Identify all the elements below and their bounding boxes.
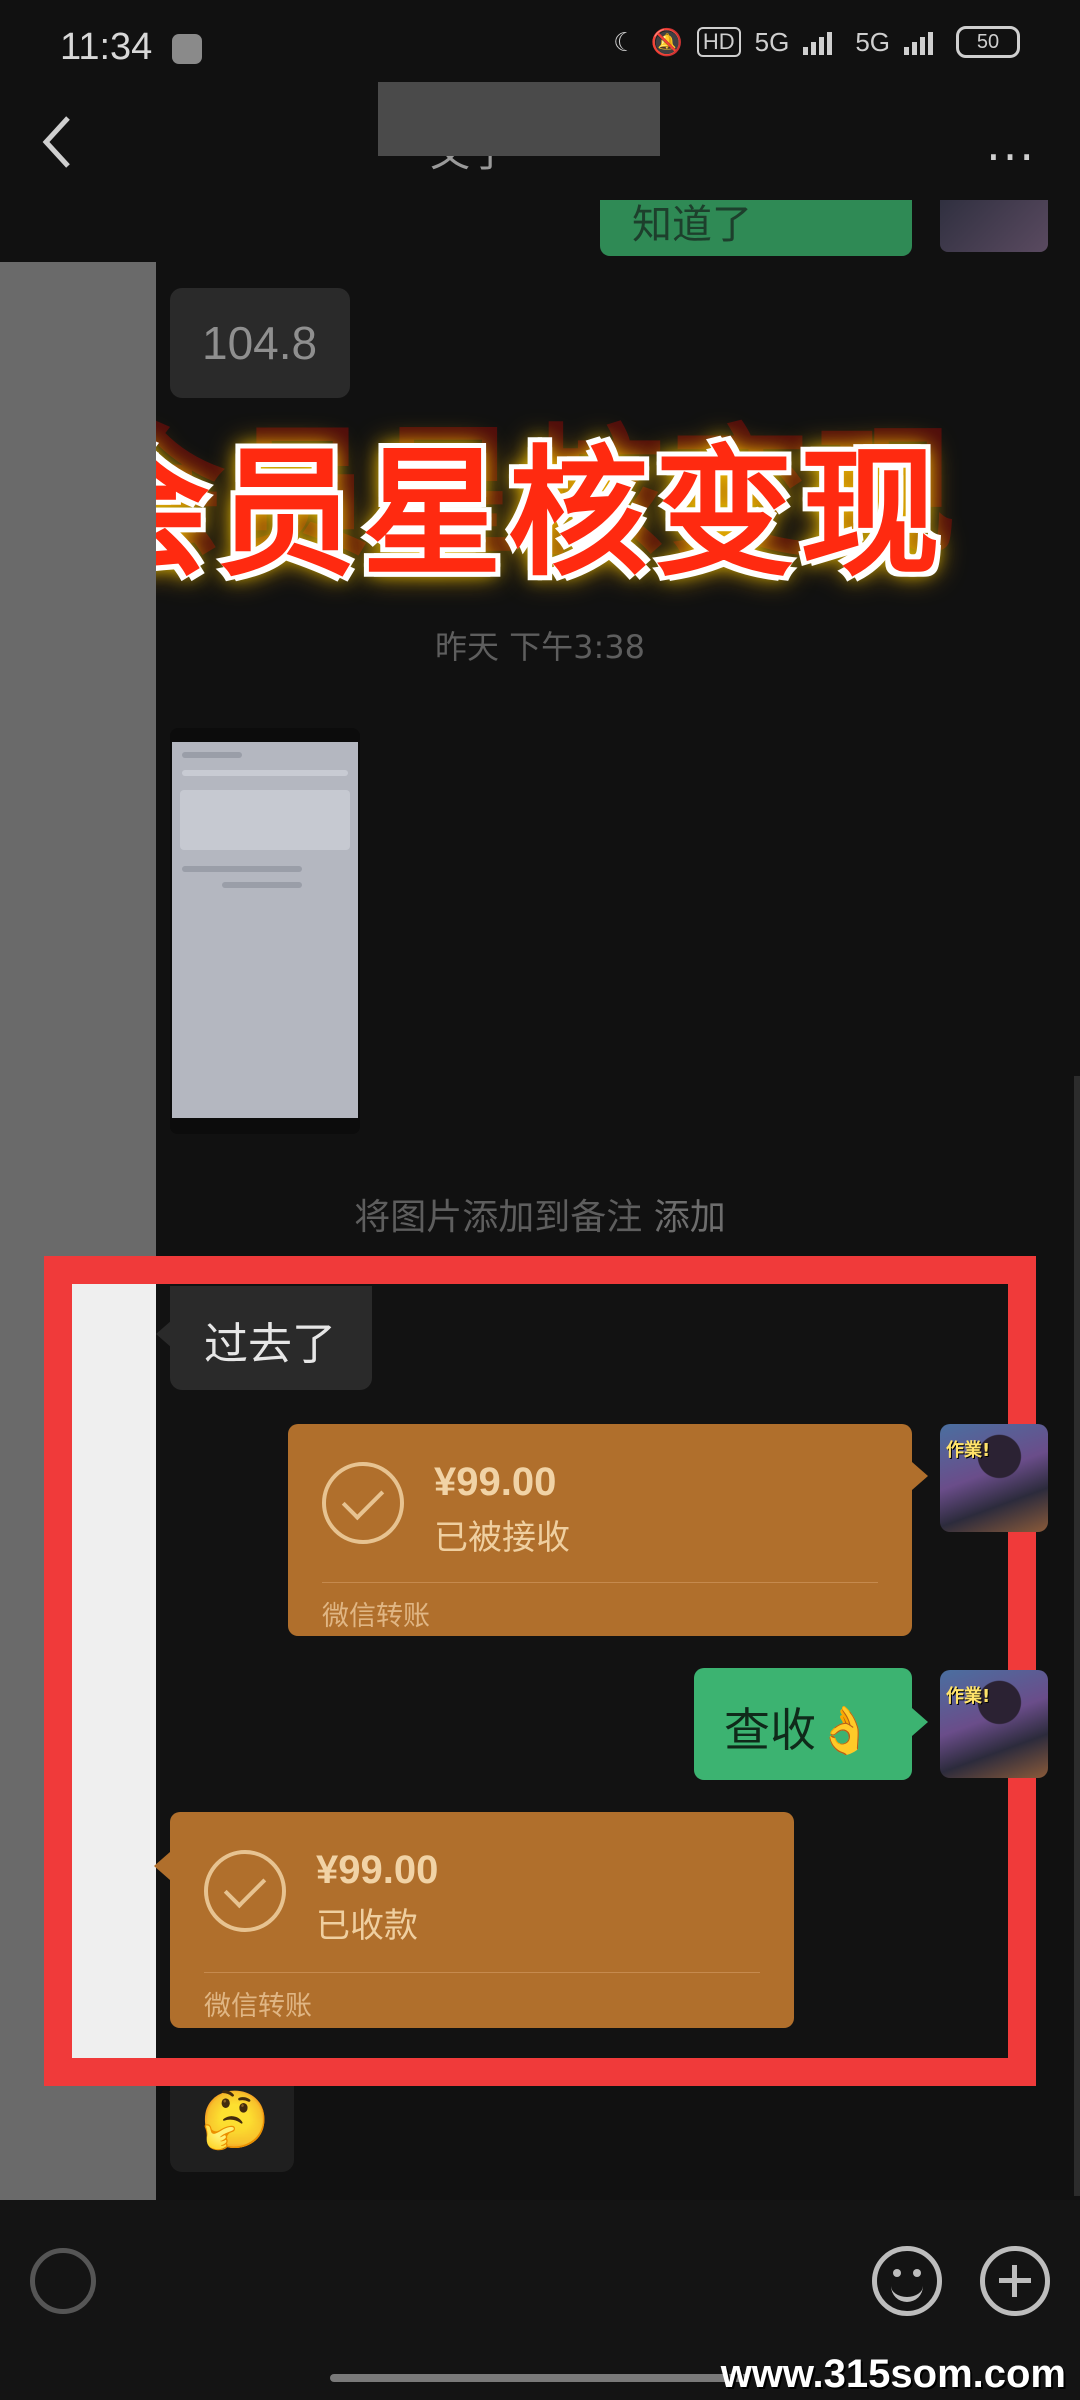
scrollbar[interactable]	[1074, 1076, 1080, 2196]
transfer-card-received[interactable]: ¥99.00 已收款 微信转账	[170, 1812, 794, 2028]
transfer-footer: 微信转账	[204, 1991, 312, 2022]
avatar[interactable]: 作業!	[940, 1424, 1048, 1532]
promo-banner: 会员星核变现	[70, 433, 947, 596]
back-arrow-icon[interactable]	[38, 112, 78, 172]
add-note-text: 将图片添加到备注	[354, 1197, 643, 1238]
bubble-tail	[154, 1852, 170, 1880]
voice-icon[interactable]	[30, 2248, 96, 2314]
avatar-partial[interactable]	[940, 200, 1048, 252]
bubble-tail	[912, 1462, 928, 1490]
network-label-2: 5G	[855, 26, 890, 57]
home-indicator[interactable]	[330, 2374, 750, 2382]
app-notification-icon	[172, 34, 202, 64]
transfer-divider	[204, 1972, 760, 1973]
avatar[interactable]: 作業!	[940, 1670, 1048, 1778]
bubble-tail	[912, 1708, 928, 1736]
title-redaction	[378, 82, 660, 156]
network-label: 5G	[754, 26, 790, 57]
transfer-amount: ¥99.00	[316, 1848, 439, 1892]
received-text: 过去了	[204, 1319, 336, 1370]
received-number-text: 104.8	[202, 317, 318, 369]
transfer-card-sent[interactable]: ¥99.00 已被接收 微信转账	[288, 1424, 912, 1636]
emoji-icon[interactable]	[872, 2246, 942, 2316]
moon-icon: ☾	[613, 26, 637, 57]
transfer-divider	[322, 1582, 878, 1583]
plus-icon[interactable]	[980, 2246, 1050, 2316]
more-icon[interactable]: ···	[986, 130, 1036, 184]
add-note-link[interactable]: 添加	[654, 1197, 726, 1238]
status-time: 11:34	[60, 26, 153, 68]
hd-badge: HD	[696, 27, 741, 57]
battery-icon: 50	[956, 26, 1020, 58]
message-timestamp: 昨天 下午3:38	[434, 628, 646, 666]
signal-icon-2	[904, 29, 942, 55]
avatar-caption: 作業!	[946, 1440, 991, 1461]
transfer-footer: 微信转账	[322, 1601, 430, 1632]
avatar-caption: 作業!	[946, 1686, 991, 1707]
mute-icon: 🔕	[650, 26, 683, 57]
watermark: www.315som.com	[720, 2352, 1066, 2396]
transfer-amount: ¥99.00	[434, 1460, 557, 1504]
transfer-status: 已被接收	[434, 1518, 570, 1558]
add-image-note: 将图片添加到备注 添加	[0, 1188, 1080, 1240]
transfer-status: 已收款	[316, 1906, 418, 1946]
sent-text: 查收👌	[724, 1703, 874, 1757]
status-icons: ☾ 🔕 HD 5G 5G 50	[613, 26, 1020, 58]
emoji-message: 🤔	[200, 2088, 270, 2153]
signal-icon	[803, 29, 841, 55]
image-message-thumbnail[interactable]	[170, 728, 360, 1134]
sent-bubble-partial-text: 知道了	[632, 202, 752, 248]
